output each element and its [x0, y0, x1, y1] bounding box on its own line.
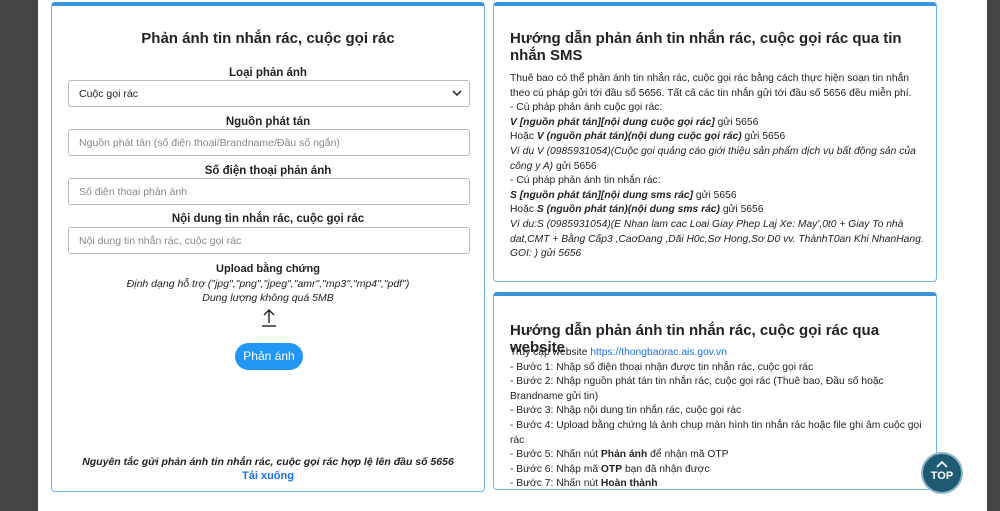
- web-step-6: - Bước 6: Nhập mã OTP bạn đã nhận được: [510, 463, 710, 475]
- web-access-line: Truy cập website https://thongbaorac.ais…: [510, 347, 727, 358]
- sms-syntax-heading: - Cú pháp phản ánh tin nhắn rác:: [510, 175, 661, 187]
- sms-guide-title: Hướng dẫn phản ánh tin nhắn rác, cuộc gọ…: [510, 30, 902, 64]
- call-syntax-line-2: Hoặc V (nguồn phát tán)(nội dung cuộc gọ…: [510, 131, 786, 143]
- source-input[interactable]: Nguồn phát tán (số điện thoại/Brandname/…: [68, 129, 470, 156]
- content-input[interactable]: Nội dung tin nhắn rác, cuộc gọi rác: [68, 227, 470, 254]
- upload-size-limit: Dung lượng không quá 5MB: [202, 292, 334, 304]
- sms-syntax-line-2: Hoặc S (nguồn phát tán)(nội dung sms rác…: [510, 204, 764, 216]
- rules-text: Nguyên tắc gửi phản ánh tin nhắn rác, cu…: [82, 456, 454, 468]
- call-syntax-line-1: V [nguồn phát tán][nội dung cuộc gọi rác…: [510, 116, 759, 128]
- web-step-7: - Bước 7: Nhấn nút Hoàn thành: [510, 478, 658, 490]
- page-content: Phản ánh tin nhắn rác, cuộc gọi rác Loại…: [38, 0, 987, 511]
- page-backdrop-left: [0, 0, 38, 511]
- phone-input[interactable]: Số điện thoại phản ánh: [68, 178, 470, 205]
- sms-guide-card: Hướng dẫn phản ánh tin nhắn rác, cuộc gọ…: [493, 2, 937, 282]
- upload-title: Upload bằng chứng: [216, 263, 320, 275]
- website-link[interactable]: https://thongbaorac.ais.gov.vn: [590, 347, 727, 358]
- source-label: Nguồn phát tán: [225, 116, 311, 128]
- call-syntax-heading: - Cú pháp phản ánh cuộc gọi rác:: [510, 102, 663, 114]
- report-type-select[interactable]: Cuộc gọi rác: [68, 80, 470, 107]
- web-step-4: - Bước 4: Upload bằng chứng là ảnh chụp …: [510, 419, 922, 446]
- upload-arrow-icon[interactable]: [260, 307, 278, 327]
- form-title: Phản ánh tin nhắn rác, cuộc gọi rác: [141, 30, 395, 47]
- scroll-top-label: TOP: [930, 470, 954, 482]
- chevron-down-icon: [452, 90, 462, 97]
- page-backdrop-right: [987, 0, 1000, 511]
- sms-syntax-line-1: S [nguồn phát tán][nội dung sms rác] gửi…: [510, 189, 737, 201]
- report-form-card: Phản ánh tin nhắn rác, cuộc gọi rác Loại…: [51, 2, 485, 492]
- scroll-top-button[interactable]: TOP: [921, 452, 963, 494]
- submit-report-button[interactable]: Phản ánh: [235, 343, 303, 370]
- web-guide-body: Truy cập website https://thongbaorac.ais…: [510, 346, 928, 492]
- sms-example: Ví du:S (0985931054)(E Nhan lam cac Loai…: [510, 218, 924, 260]
- report-type-value: Cuộc gọi rác: [79, 88, 138, 100]
- chevron-up-icon: [936, 460, 948, 468]
- report-type-label: Loại phản ánh: [229, 67, 307, 79]
- download-link[interactable]: Tải xuống: [52, 470, 484, 482]
- sms-guide-body: Thuê bao có thể phản ánh tin nhắn rác, c…: [510, 72, 928, 262]
- web-step-2: - Bước 2: Nhập nguồn phát tán tin nhắn r…: [510, 376, 884, 402]
- phone-label: Số điện thoại phản ánh: [204, 165, 332, 177]
- upload-formats: Định dạng hỗ trợ ("jpg","png","jpeg","am…: [126, 278, 410, 290]
- content-label: Nội dung tin nhắn rác, cuộc gọi rác: [171, 213, 365, 225]
- web-step-5: - Bước 5: Nhấn nút Phản ánh để nhận mã O…: [510, 449, 729, 461]
- web-step-1: - Bước 1: Nhập số điện thoại nhận được t…: [510, 361, 814, 373]
- web-step-3: - Bước 3: Nhập nội dung tin nhắn rác, cu…: [510, 405, 742, 417]
- sms-guide-intro: Thuê bao có thể phản ánh tin nhắn rác, c…: [510, 73, 912, 99]
- call-example: Ví dụ V (0985931054)(Cuộc gọi quảng cáo …: [510, 145, 916, 172]
- web-guide-card: Hướng dẫn phản ánh tin nhắn rác, cuộc gọ…: [493, 292, 937, 490]
